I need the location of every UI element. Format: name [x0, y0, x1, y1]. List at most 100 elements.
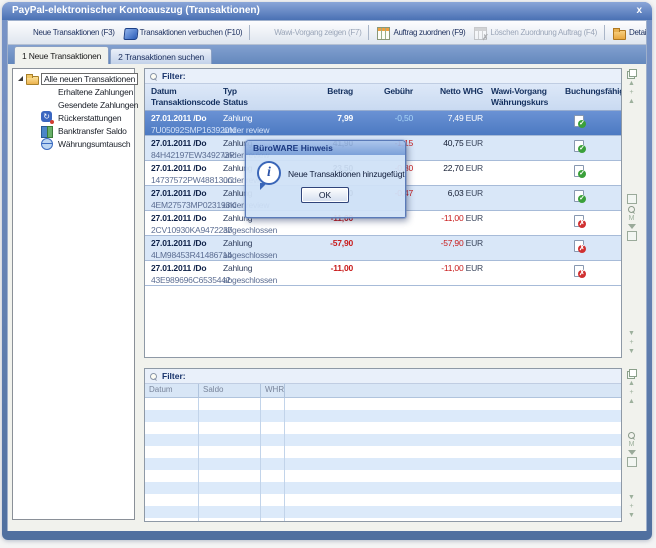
currency-label: EUR	[463, 113, 483, 123]
saldo-cell	[145, 506, 199, 518]
column-header-6: Wawi-VorgangWährungskurs	[491, 86, 565, 108]
saldo-row[interactable]	[145, 458, 621, 470]
currency-label: EUR	[463, 138, 483, 148]
cell-netto: 40,75 EUR	[415, 138, 483, 148]
transaction-date: 27.01.2011 /Do	[151, 138, 223, 148]
transaction-code: 7U05092SMP163920N	[151, 125, 223, 135]
sidebar-item-2[interactable]: Erhaltene Zahlungen	[13, 85, 134, 98]
toolbar-button-4[interactable]: Auftrag zuordnen (F9)	[372, 23, 469, 43]
filter-funnel-icon[interactable]	[628, 450, 636, 455]
search-icon[interactable]	[628, 206, 635, 213]
application-window: PayPal-elektronischer Kontoauszug (Trans…	[0, 0, 656, 548]
saldo-row[interactable]	[145, 398, 621, 410]
saldo-cell	[199, 422, 261, 434]
tab-strip: 1 Neue Transaktionen 2 Transaktionen such…	[8, 45, 646, 64]
currency-label: EUR	[463, 163, 483, 173]
currency-label: EUR	[463, 213, 483, 223]
transaction-type: Zahlung	[223, 238, 297, 248]
saldo-row[interactable]	[145, 470, 621, 482]
match-icon[interactable]: M	[629, 215, 635, 222]
scroll-down-icon[interactable]: ▼	[628, 494, 635, 501]
export-icon[interactable]	[627, 457, 637, 467]
toolbar-button-2[interactable]: Transaktionen verbuchen (F10)	[119, 23, 247, 43]
add-icon[interactable]: +	[629, 389, 633, 396]
transaction-row[interactable]: 27.01.2011 /Do7U05092SMP163920NZahlungun…	[145, 111, 621, 136]
sidebar-item-3[interactable]: Gesendete Zahlungen	[13, 98, 134, 111]
saldo-row[interactable]	[145, 482, 621, 494]
copy-pages-icon[interactable]	[627, 69, 636, 78]
transactions-grid-header: DatumTransaktionscodeTypStatusBetragGebü…	[145, 84, 621, 111]
transaction-row[interactable]: 27.01.2011 /Do43E989696C6535442Zahlungab…	[145, 261, 621, 286]
add-icon[interactable]: +	[629, 503, 633, 510]
saldo-cell	[145, 422, 199, 434]
page-glyph	[574, 240, 584, 252]
tree-item-label: Erhaltene Zahlungen	[56, 87, 135, 97]
copy-pages-icon[interactable]	[627, 369, 636, 378]
transaction-code: 43E989696C6535442	[151, 275, 223, 285]
export-icon[interactable]	[627, 231, 637, 241]
column-header-7: Buchungsfähig	[565, 86, 621, 97]
transactions-filter-bar[interactable]: Filter:	[145, 69, 621, 84]
scroll-bottom-icon[interactable]: ▼	[628, 348, 635, 355]
tab-label: 2 Transaktionen suchen	[118, 52, 204, 62]
saldo-cell	[261, 506, 285, 518]
filter-funnel-icon[interactable]	[628, 224, 636, 229]
sidebar-item-6[interactable]: Währungsumtausch	[13, 137, 134, 150]
header-line1: Buchungsfähig	[565, 86, 621, 97]
header-line2: Währungskurs	[491, 97, 565, 108]
toolbar-button-5: Löschen Zuordnung Auftrag (F4)	[469, 23, 601, 43]
toolbar-button-label: Details	[629, 28, 647, 37]
header-line1: Wawi-Vorgang	[491, 86, 565, 97]
category-tree: Alle neuen Transaktionen Erhaltene Zahlun…	[12, 68, 135, 520]
transaction-status: under review	[223, 125, 297, 135]
scroll-down-icon[interactable]: ▼	[628, 330, 635, 337]
close-button[interactable]: x	[636, 2, 642, 19]
amount-value: -11,00	[331, 263, 353, 273]
header-line2: Transaktionscode	[151, 97, 223, 108]
transaction-date: 27.01.2011 /Do	[151, 238, 223, 248]
saldo-cell	[145, 518, 199, 522]
sidebar-item-5[interactable]: Banktransfer Saldo	[13, 124, 134, 137]
saldo-row[interactable]	[145, 494, 621, 506]
sidebar-item-1[interactable]: Alle neuen Transaktionen	[13, 72, 134, 85]
bookable-yes-icon	[573, 190, 585, 202]
header-line1: Datum	[151, 86, 223, 97]
match-icon[interactable]: M	[629, 441, 635, 448]
saldo-row[interactable]	[145, 434, 621, 446]
scroll-up-icon[interactable]: ▲	[628, 398, 635, 405]
saldo-cell	[261, 398, 285, 410]
tab-2[interactable]: 2 Transaktionen suchen	[110, 48, 212, 64]
header-line1: Betrag	[295, 86, 353, 97]
tab-1[interactable]: 1 Neue Transaktionen	[14, 46, 109, 64]
saldo-grid-body	[145, 398, 621, 522]
saldo-row[interactable]	[145, 422, 621, 434]
bank-book-icon	[41, 125, 53, 137]
sidebar-item-4[interactable]: Rückerstattungen	[13, 111, 134, 124]
saldo-row[interactable]	[145, 410, 621, 422]
page-glyph	[574, 165, 584, 177]
transaction-row[interactable]: 27.01.2011 /Do4LM98453R41486714Zahlungab…	[145, 236, 621, 261]
tab-label: 1 Neue Transaktionen	[22, 51, 101, 61]
saldo-filter-bar[interactable]: Filter:	[145, 369, 621, 384]
cell-netto: -57,90 EUR	[415, 238, 483, 248]
add-icon[interactable]: +	[629, 339, 633, 346]
add-icon[interactable]: +	[629, 89, 633, 96]
saldo-cell	[285, 434, 621, 446]
cell-typ: Zahlungunder review	[223, 113, 297, 135]
saldo-row[interactable]	[145, 518, 621, 522]
saldo-row[interactable]	[145, 446, 621, 458]
columns-icon[interactable]	[627, 194, 637, 204]
cell-netto: -11,00 EUR	[415, 263, 483, 273]
search-icon[interactable]	[628, 432, 635, 439]
ok-button[interactable]: OK	[301, 187, 349, 203]
scroll-top-icon[interactable]: ▲	[628, 80, 635, 87]
transaction-code: 2CV10930KA9472237	[151, 225, 223, 235]
cell-typ: Zahlung abgeschlossen	[223, 238, 297, 260]
toolbar-button-6[interactable]: Details	[608, 23, 647, 43]
scroll-bottom-icon[interactable]: ▼	[628, 512, 635, 519]
saldo-row[interactable]	[145, 506, 621, 518]
transaction-status: abgeschlossen	[223, 250, 297, 260]
scroll-top-icon[interactable]: ▲	[628, 380, 635, 387]
scroll-up-icon[interactable]: ▲	[628, 98, 635, 105]
toolbar-button-1[interactable]: Neue Transaktionen (F3)	[12, 23, 119, 43]
